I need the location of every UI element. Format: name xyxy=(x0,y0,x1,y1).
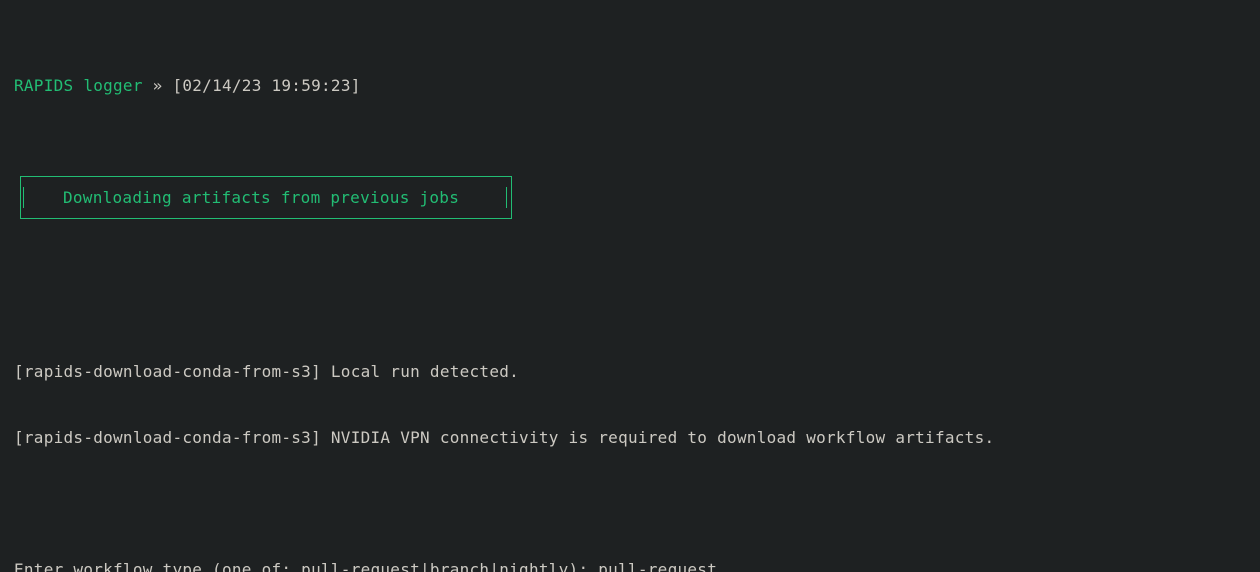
header-timestamp: [02/14/23 19:59:23] xyxy=(172,76,360,95)
logger-name: RAPIDS logger xyxy=(14,76,143,95)
banner-box: Downloading artifacts from previous jobs xyxy=(20,176,512,219)
output-line: Enter workflow type (one of: pull-reques… xyxy=(14,559,1260,572)
output-line: [rapids-download-conda-from-s3] NVIDIA V… xyxy=(14,427,1260,449)
terminal-output: [rapids-download-conda-from-s3] Local ru… xyxy=(14,317,1260,572)
header-separator-icon: » xyxy=(153,76,163,95)
terminal-screen[interactable]: RAPIDS logger » [02/14/23 19:59:23] Down… xyxy=(0,0,1260,572)
header-spacer xyxy=(163,76,173,95)
output-line: [rapids-download-conda-from-s3] Local ru… xyxy=(14,361,1260,383)
output-line xyxy=(14,493,1260,515)
logger-header: RAPIDS logger » [02/14/23 19:59:23] xyxy=(14,75,1260,97)
header-spacer xyxy=(143,76,153,95)
banner-text: Downloading artifacts from previous jobs xyxy=(21,187,459,209)
